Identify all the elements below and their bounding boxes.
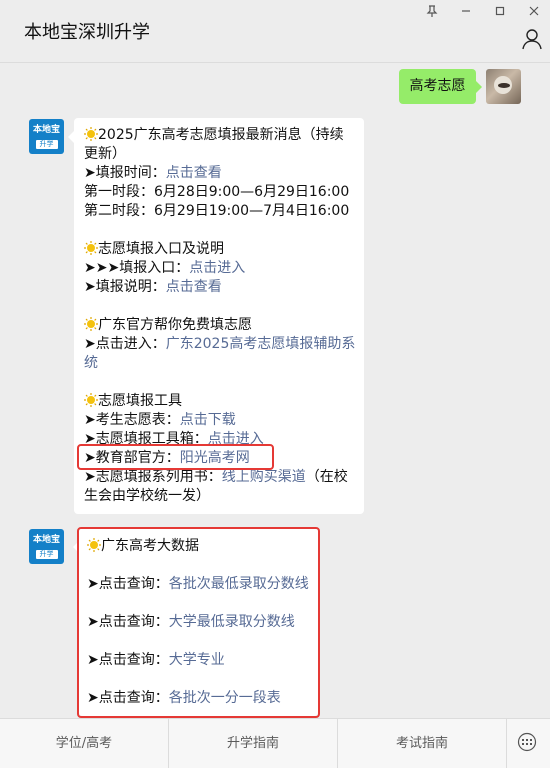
- menu-tab-degree[interactable]: 学位/高考: [0, 719, 169, 768]
- keyboard-icon[interactable]: [517, 732, 537, 752]
- official-link[interactable]: 广东2025高考志愿填报辅助系: [166, 336, 356, 352]
- sun-icon: [84, 241, 98, 255]
- tool1-link[interactable]: 点击下载: [180, 412, 236, 428]
- section-title-4: 志愿填报工具: [84, 392, 182, 411]
- maximize-icon[interactable]: [489, 4, 511, 20]
- sun-icon: [84, 317, 98, 331]
- highlight-box-official: [77, 444, 274, 470]
- section-title-1-cont: 更新）: [84, 146, 126, 162]
- bot-avatar[interactable]: 本地宝 升学: [29, 529, 64, 564]
- first-period-line: 第一时段：6月28日9:00—6月29日16:00: [84, 184, 350, 200]
- menu-tab-guide[interactable]: 升学指南: [169, 719, 338, 768]
- user-message-bubble[interactable]: 高考志愿: [399, 69, 482, 104]
- bot-avatar-bottom-text: 升学: [35, 550, 58, 559]
- entry-link[interactable]: 点击进入: [189, 260, 245, 276]
- arrow-icon: ➤: [84, 412, 96, 428]
- tool1-line: ➤考生志愿表：点击下载: [84, 412, 236, 428]
- official-line: ➤点击进入：广东2025高考志愿填报辅助系: [84, 336, 356, 352]
- bot-avatar-top-text: 本地宝: [32, 125, 60, 135]
- bot-avatar[interactable]: 本地宝 升学: [29, 119, 64, 154]
- minimize-icon[interactable]: [455, 4, 477, 20]
- bot-avatar-bottom-text: 升学: [35, 140, 58, 149]
- fill-time-link[interactable]: 点击查看: [166, 165, 222, 181]
- window-title: 本地宝深圳升学: [24, 22, 150, 43]
- official-link-cont: 统: [84, 355, 98, 371]
- tool4-link[interactable]: 线上购买渠道: [222, 469, 306, 485]
- section-title-3: 广东官方帮你免费填志愿: [84, 316, 252, 335]
- desc-link[interactable]: 点击查看: [166, 279, 222, 295]
- highlight-box-data: [77, 527, 320, 718]
- user-avatar[interactable]: [486, 69, 521, 104]
- arrow-icon: ➤: [84, 279, 96, 295]
- sun-icon: [84, 127, 98, 141]
- second-period-line: 第二时段：6月29日19:00—7月4日16:00: [84, 203, 350, 219]
- desc-line: ➤填报说明：点击查看: [84, 279, 222, 295]
- fill-time-line: ➤填报时间：点击查看: [84, 165, 222, 181]
- bot-avatar-top-text: 本地宝: [32, 535, 60, 545]
- menu-tab-exam[interactable]: 考试指南: [338, 719, 507, 768]
- section-title-1: 2025广东高考志愿填报最新消息（持续: [84, 126, 344, 145]
- section-title-2: 志愿填报入口及说明: [84, 240, 224, 259]
- arrow-icon: ➤: [84, 469, 96, 485]
- arrow-icon: ➤: [84, 165, 96, 181]
- pin-icon[interactable]: [421, 4, 443, 20]
- tool4-line: ➤志愿填报系列用书：线上购买渠道（在校: [84, 469, 348, 485]
- arrow-icon: ➤: [84, 336, 96, 352]
- arrow-icon: ➤➤➤: [84, 260, 120, 276]
- close-icon[interactable]: [523, 4, 545, 20]
- sun-icon: [84, 393, 98, 407]
- window-titlebar: 本地宝深圳升学: [0, 0, 550, 63]
- bottom-menu-bar: 学位/高考 升学指南 考试指南: [0, 718, 550, 768]
- person-icon[interactable]: [521, 28, 543, 50]
- entry-line: ➤➤➤填报入口：点击进入: [84, 260, 246, 276]
- tool4-line-cont: 生会由学校统一发）: [84, 488, 210, 504]
